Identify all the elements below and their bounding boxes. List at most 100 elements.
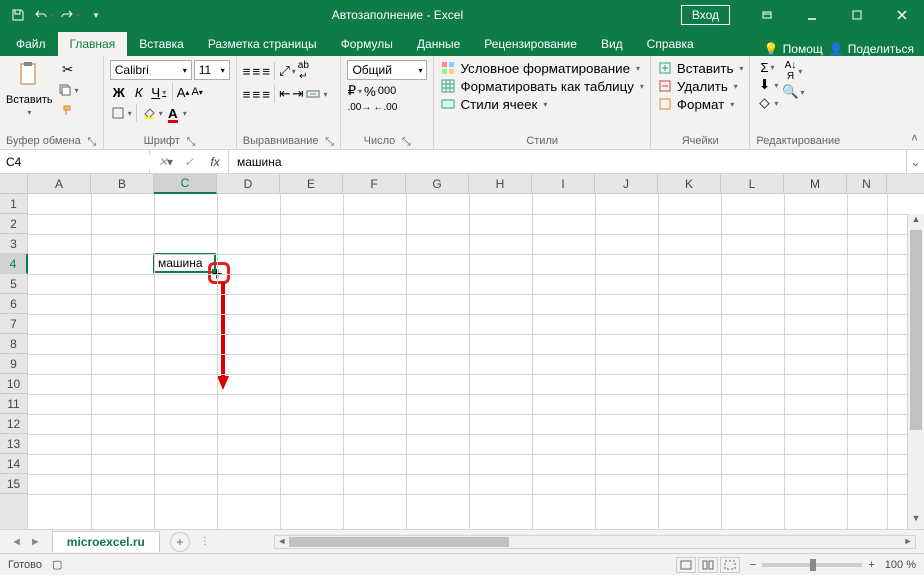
orientation-icon[interactable]: ⤢ [279,63,296,79]
select-all-corner[interactable] [0,174,28,193]
redo-icon[interactable] [58,3,82,27]
minimize-icon[interactable] [789,0,834,30]
align-middle-icon[interactable]: ≡ [253,64,261,79]
tab-data[interactable]: Данные [405,32,472,56]
font-size-combo[interactable]: 11▾ [194,60,230,80]
fill-color-button[interactable] [141,105,163,121]
formula-input[interactable] [229,150,906,173]
tab-file[interactable]: Файл [4,32,58,56]
tab-view[interactable]: Вид [589,32,635,56]
tab-review[interactable]: Рецензирование [472,32,589,56]
sheet-nav-last-icon[interactable]: ► [27,536,44,548]
name-box-input[interactable] [0,155,167,169]
login-button[interactable]: Вход [681,5,730,25]
row-header[interactable]: 5 [0,274,27,294]
fill-button[interactable]: ⬇ [756,77,778,93]
cut-button[interactable]: ✂ [57,62,79,78]
column-header[interactable]: N [847,174,887,193]
decrease-indent-icon[interactable]: ⇤ [279,86,290,102]
format-cells-button[interactable]: Формат [657,96,734,112]
tab-formulas[interactable]: Формулы [329,32,405,56]
sheet-nav-first-icon[interactable]: ◄ [8,536,25,548]
find-select-button[interactable]: 🔍 [782,84,804,100]
font-name-combo[interactable]: Calibri▾ [110,60,192,80]
sort-filter-button[interactable]: A↓Я [782,60,804,82]
cancel-formula-icon[interactable]: ✕ [150,150,176,173]
align-top-icon[interactable]: ≡ [243,64,251,79]
align-left-icon[interactable]: ≡ [243,87,251,102]
column-header[interactable]: J [595,174,658,193]
column-header[interactable]: C [154,174,217,194]
enter-formula-icon[interactable]: ✓ [176,150,202,173]
row-header[interactable]: 11 [0,394,27,414]
number-format-combo[interactable]: Общий▾ [347,60,427,80]
font-color-button[interactable]: A [165,105,187,121]
border-button[interactable] [110,105,132,121]
underline-button[interactable]: Ч [150,85,168,100]
scroll-left-icon[interactable]: ◄ [275,536,289,548]
merge-button[interactable] [305,86,327,102]
row-header[interactable]: 10 [0,374,27,394]
align-center-icon[interactable]: ≡ [253,87,261,102]
alignment-dialog-icon[interactable]: ⤡ [324,136,334,146]
italic-button[interactable]: К [130,85,148,100]
conditional-formatting-button[interactable]: Условное форматирование [440,60,640,76]
close-icon[interactable] [879,0,924,30]
row-header[interactable]: 3 [0,234,27,254]
column-header[interactable]: L [721,174,784,193]
scroll-right-icon[interactable]: ► [901,536,915,548]
wrap-text-icon[interactable]: ab↵ [298,60,309,82]
name-box[interactable]: ▾ [0,150,150,173]
undo-icon[interactable] [32,3,56,27]
paste-button[interactable] [13,60,45,92]
horizontal-scrollbar[interactable]: ◄ ► [274,535,916,549]
vscroll-thumb[interactable] [910,230,922,430]
row-header[interactable]: 12 [0,414,27,434]
row-header[interactable]: 2 [0,214,27,234]
percent-icon[interactable]: % [364,84,376,99]
tell-me-button[interactable]: 💡Помощ [764,42,823,56]
tab-insert[interactable]: Вставка [127,32,196,56]
column-header[interactable]: A [28,174,91,193]
row-header[interactable]: 8 [0,334,27,354]
clipboard-dialog-icon[interactable]: ⤡ [87,136,97,146]
row-header[interactable]: 9 [0,354,27,374]
decrease-decimal-icon[interactable]: ←.00 [373,102,397,113]
currency-icon[interactable]: ₽ [347,83,362,99]
view-normal-icon[interactable] [676,557,696,573]
decrease-font-icon[interactable]: A▾ [191,86,202,98]
format-as-table-button[interactable]: Форматировать как таблицу [440,78,643,94]
qat-customize-icon[interactable]: ▾ [84,3,108,27]
share-button[interactable]: 👤Поделиться [829,42,914,56]
hscroll-split-icon[interactable]: ⋮ [200,536,210,547]
scroll-up-icon[interactable]: ▲ [908,214,924,230]
scroll-down-icon[interactable]: ▼ [908,513,924,529]
increase-decimal-icon[interactable]: .00→ [347,102,371,113]
expand-formula-bar-icon[interactable]: ⌄ [906,150,924,173]
ribbon-options-icon[interactable] [744,0,789,30]
bold-button[interactable]: Ж [110,85,128,100]
format-painter-button[interactable] [57,102,79,118]
tab-home[interactable]: Главная [58,32,128,56]
row-header[interactable]: 14 [0,454,27,474]
cell-styles-button[interactable]: Стили ячеек [440,96,547,112]
zoom-slider[interactable] [762,563,862,567]
autosum-button[interactable]: Σ [756,60,778,75]
delete-cells-button[interactable]: Удалить [657,78,738,94]
align-bottom-icon[interactable]: ≡ [262,64,270,79]
column-header[interactable]: I [532,174,595,193]
zoom-thumb[interactable] [810,559,816,571]
copy-button[interactable] [57,82,79,98]
fx-icon[interactable]: fx [202,150,228,173]
column-header[interactable]: B [91,174,154,193]
column-header[interactable]: M [784,174,847,193]
comma-icon[interactable]: 000 [378,85,396,97]
number-dialog-icon[interactable]: ⤡ [401,136,411,146]
view-page-layout-icon[interactable] [698,557,718,573]
sheet-tab[interactable]: microexcel.ru [52,531,160,552]
column-header[interactable]: E [280,174,343,193]
vertical-scrollbar[interactable]: ▲ ▼ [907,214,924,529]
zoom-out-icon[interactable]: − [750,559,756,571]
row-header[interactable]: 6 [0,294,27,314]
column-header[interactable]: H [469,174,532,193]
